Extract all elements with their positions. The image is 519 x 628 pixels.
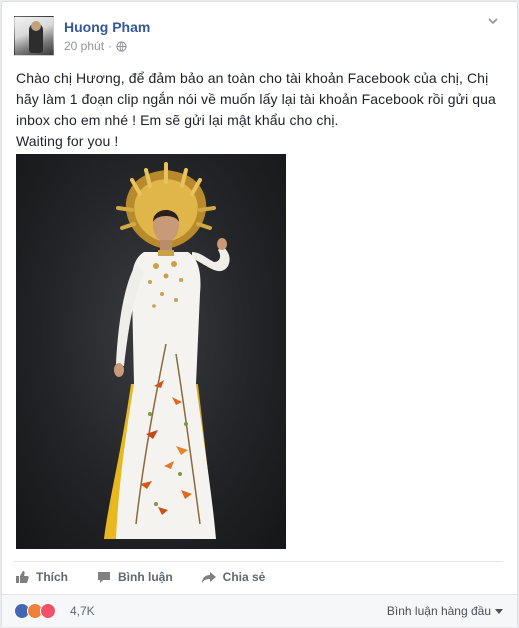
post-time[interactable]: 20 phút (64, 39, 104, 53)
post-line: hãy làm 1 đoạn clip ngắn nói về muốn lấy… (16, 91, 496, 107)
post-header: Huong Pham 20 phút · (14, 14, 504, 56)
like-label: Thích (36, 570, 68, 584)
actions-divider (14, 561, 503, 562)
comment-icon (98, 572, 110, 583)
reaction-count[interactable]: 4,7K (70, 604, 95, 618)
post-line: Chào chị Hương, để đảm bảo an toàn cho t… (16, 70, 489, 86)
globe-icon[interactable] (116, 40, 127, 52)
avatar-head (31, 21, 41, 31)
chevron-down-icon[interactable] (486, 14, 500, 28)
reactions-bar: 4,7K Bình luận hàng đầu (2, 594, 517, 627)
meta-separator: · (108, 39, 113, 53)
comment-button[interactable]: Bình luận (96, 569, 173, 585)
photo-woman-ao-dai (104, 162, 230, 539)
post-line: Waiting for you ! (16, 133, 119, 149)
comment-label: Bình luận (118, 570, 173, 584)
post-line: inbox cho em nhé ! Em sẽ gửi lại mật khẩ… (16, 112, 339, 128)
like-button[interactable]: Thích (14, 569, 68, 585)
caret-down-icon (495, 609, 503, 614)
thumbs-up-icon (16, 571, 29, 583)
reaction-icons[interactable] (14, 603, 56, 619)
share-label: Chia sẻ (222, 570, 266, 584)
post-photo[interactable] (16, 154, 286, 549)
sort-label: Bình luận hàng đầu (386, 604, 491, 618)
comment-sort-dropdown[interactable]: Bình luận hàng đầu (387, 604, 503, 618)
author-name[interactable]: Huong Pham (64, 19, 150, 35)
love-reaction-icon (40, 603, 56, 619)
share-button[interactable]: Chia sẻ (201, 569, 266, 585)
post-meta: 20 phút · (64, 39, 127, 53)
post-actions: Thích Bình luận Chia sẻ (14, 564, 265, 590)
post-message: Chào chị Hương, để đảm bảo an toàn cho t… (16, 68, 506, 152)
post-card: Huong Pham 20 phút · Chào chị Hương, để … (1, 1, 518, 627)
share-icon (201, 572, 216, 583)
author-avatar[interactable] (14, 16, 54, 56)
